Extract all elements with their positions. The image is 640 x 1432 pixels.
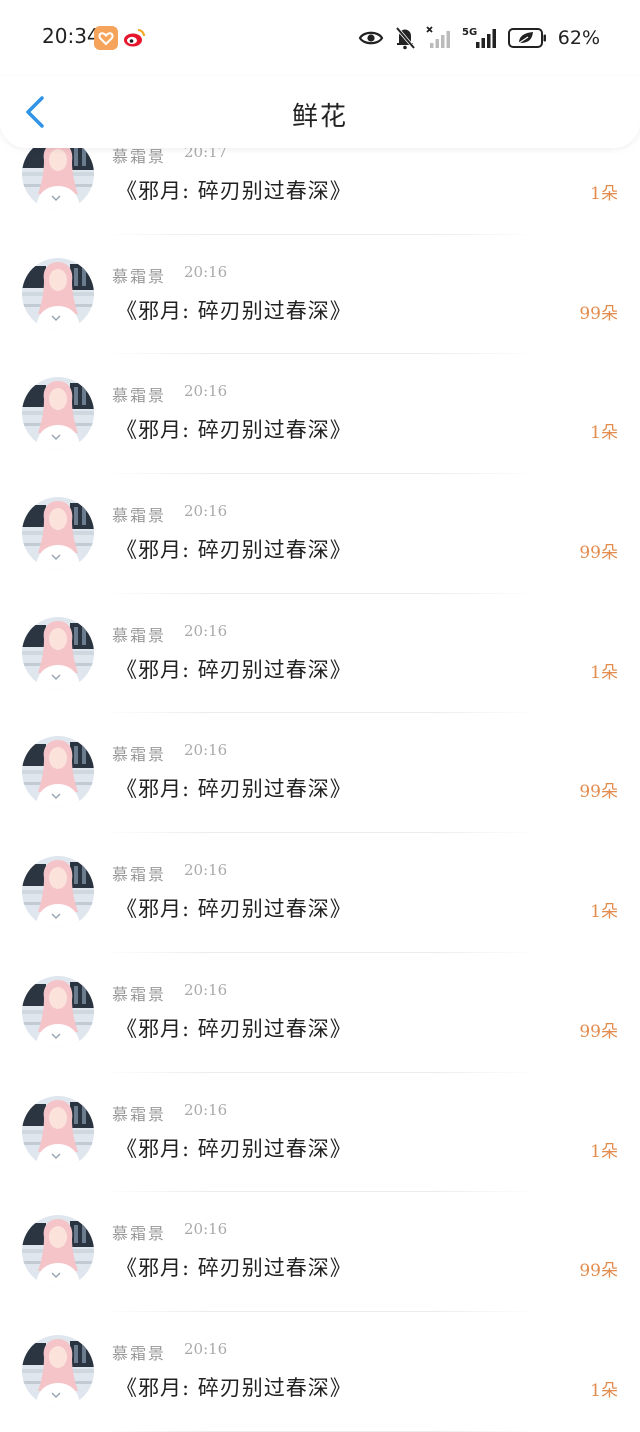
book-title[interactable]: 《邪月: 碎刃别过春深》 [116, 534, 352, 564]
flower-count: 1朵 [590, 1380, 618, 1401]
battery-icon [507, 27, 548, 49]
username[interactable]: 慕霜景 [112, 1101, 166, 1125]
username[interactable]: 慕霜景 [112, 1220, 166, 1244]
gift-row[interactable]: 慕霜景 20:16 《邪月: 碎刃别过春深》 1朵 [0, 1072, 640, 1193]
flower-count: 1朵 [590, 902, 618, 923]
network-label: 5G [462, 27, 477, 38]
flower-count: 99朵 [579, 303, 618, 324]
book-title[interactable]: 《邪月: 碎刃别过春深》 [116, 1133, 352, 1163]
gift-row[interactable]: 慕霜景 20:16 《邪月: 碎刃别过春深》 99朵 [0, 952, 640, 1073]
book-title[interactable]: 《邪月: 碎刃别过春深》 [116, 893, 352, 923]
avatar[interactable] [22, 1334, 94, 1407]
timestamp: 20:16 [184, 980, 228, 999]
signal-5g-icon: 5G [462, 26, 498, 50]
timestamp: 20:16 [184, 621, 228, 640]
timestamp: 20:16 [184, 1220, 228, 1239]
timestamp: 20:16 [184, 861, 228, 880]
gift-row[interactable]: 慕霜景 20:16 《邪月: 碎刃别过春深》 99朵 [0, 474, 640, 594]
timestamp: 20:16 [184, 741, 228, 760]
avatar[interactable] [22, 975, 94, 1048]
avatar[interactable] [22, 497, 94, 570]
page-title: 鲜花 [291, 102, 348, 132]
gift-row[interactable]: 慕霜景 20:16 《邪月: 碎刃别过春深》 1朵 [0, 1311, 640, 1432]
flower-gift-list[interactable]: 慕霜景 20:17 《邪月: 碎刃别过春深》 1朵 慕霜景 20:16 《邪月:… [0, 115, 640, 1432]
book-title[interactable]: 《邪月: 碎刃别过春深》 [116, 1013, 352, 1043]
username[interactable]: 慕霜景 [112, 981, 166, 1005]
flower-count: 1朵 [590, 423, 618, 444]
timestamp: 20:16 [184, 502, 228, 521]
flower-count: 99朵 [579, 782, 618, 803]
status-icons: 5G 62% [358, 24, 600, 52]
eye-icon [358, 28, 384, 48]
navigation-header: 鲜花 [0, 76, 640, 148]
username[interactable]: 慕霜景 [112, 502, 166, 526]
username[interactable]: 慕霜景 [112, 741, 166, 765]
flower-count: 1朵 [590, 1141, 618, 1162]
flower-count: 99朵 [579, 1021, 618, 1042]
book-title[interactable]: 《邪月: 碎刃别过春深》 [116, 414, 352, 444]
heart-app-icon [94, 26, 118, 50]
timestamp: 20:16 [184, 1339, 228, 1358]
avatar[interactable] [22, 257, 94, 330]
avatar[interactable] [22, 856, 94, 929]
username[interactable]: 慕霜景 [112, 263, 166, 287]
avatar[interactable] [22, 1095, 94, 1168]
avatar[interactable] [22, 1215, 94, 1288]
avatar[interactable] [22, 736, 94, 809]
no-signal-icon [426, 26, 452, 50]
book-title[interactable]: 《邪月: 碎刃别过春深》 [116, 1372, 352, 1402]
gift-row[interactable]: 慕霜景 20:16 《邪月: 碎刃别过春深》 99朵 [0, 713, 640, 834]
avatar[interactable] [22, 377, 94, 450]
username[interactable]: 慕霜景 [112, 1340, 166, 1364]
avatar[interactable] [22, 138, 94, 210]
timestamp: 20:16 [184, 262, 228, 281]
book-title[interactable]: 《邪月: 碎刃别过春深》 [116, 175, 352, 205]
avatar[interactable] [22, 616, 94, 689]
gift-row[interactable]: 慕霜景 20:16 《邪月: 碎刃别过春深》 1朵 [0, 354, 640, 475]
status-time: 20:34 [42, 24, 100, 48]
timestamp: 20:16 [184, 382, 228, 401]
username[interactable]: 慕霜景 [112, 861, 166, 885]
battery-percent: 62% [557, 27, 600, 49]
book-title[interactable]: 《邪月: 碎刃别过春深》 [116, 1252, 352, 1282]
timestamp: 20:16 [184, 1100, 228, 1119]
flower-count: 99朵 [579, 543, 618, 564]
flower-count: 1朵 [590, 662, 618, 683]
gift-row[interactable]: 慕霜景 20:16 《邪月: 碎刃别过春深》 99朵 [0, 234, 640, 355]
weibo-icon [122, 26, 146, 50]
book-title[interactable]: 《邪月: 碎刃别过春深》 [116, 773, 352, 803]
username[interactable]: 慕霜景 [112, 382, 166, 406]
gift-row[interactable]: 慕霜景 20:16 《邪月: 碎刃别过春深》 1朵 [0, 833, 640, 953]
book-title[interactable]: 《邪月: 碎刃别过春深》 [116, 295, 352, 325]
flower-count: 1朵 [590, 184, 618, 204]
gift-row[interactable]: 慕霜景 20:16 《邪月: 碎刃别过春深》 99朵 [0, 1192, 640, 1312]
username[interactable]: 慕霜景 [112, 622, 166, 646]
bell-muted-icon [394, 26, 416, 50]
flower-count: 99朵 [579, 1261, 618, 1282]
gift-row[interactable]: 慕霜景 20:16 《邪月: 碎刃别过春深》 1朵 [0, 593, 640, 714]
status-bar: 20:34 5G 62% [0, 0, 640, 76]
book-title[interactable]: 《邪月: 碎刃别过春深》 [116, 654, 352, 684]
